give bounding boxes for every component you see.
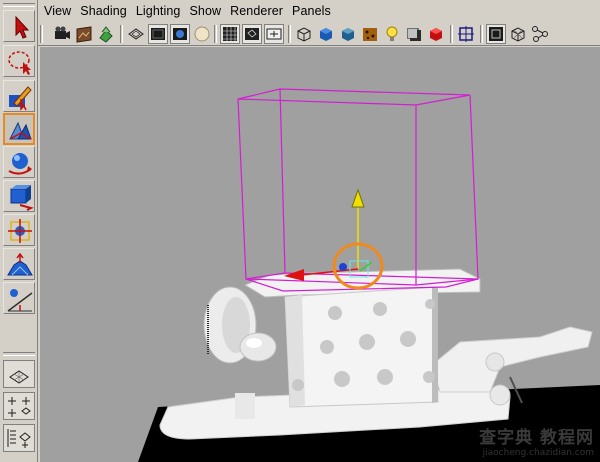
- toolbox: [0, 0, 38, 462]
- chimney-side: [285, 295, 305, 407]
- move-tool-icon: [9, 121, 32, 140]
- lights-icon[interactable]: [382, 24, 402, 44]
- isolate-select-icon[interactable]: [426, 24, 446, 44]
- four-view-layout-button[interactable]: [3, 392, 35, 420]
- outliner-layout-button[interactable]: [3, 424, 35, 452]
- film-gate-icon: [245, 28, 259, 40]
- flint-cap-highlight: [246, 338, 262, 348]
- use-default-material-icon: [173, 28, 187, 40]
- lever-pivot: [485, 352, 505, 372]
- menu-view[interactable]: View: [44, 4, 71, 18]
- z-axis-handle[interactable]: [339, 263, 347, 271]
- scene-canvas[interactable]: [40, 47, 600, 462]
- paint-select-tool-icon: [9, 86, 32, 111]
- resolution-gate-icon: [266, 28, 282, 40]
- panel-toolbar: [38, 22, 600, 46]
- select-tool-icon: [15, 15, 30, 39]
- four-view-layout-icon: [8, 397, 31, 417]
- single-perspective-layout-button[interactable]: [3, 360, 35, 388]
- lasso-tool-button[interactable]: [3, 45, 35, 77]
- show-manipulator-icon: [7, 289, 33, 312]
- maya-window: View Shading Lighting Show Renderer Pane…: [0, 0, 600, 462]
- lever-pivot-lower: [489, 384, 511, 406]
- base-pin: [235, 393, 255, 419]
- flat-shade-icon[interactable]: [338, 24, 358, 44]
- bookmarks-icon[interactable]: [96, 24, 116, 44]
- toolbar-separator: [214, 25, 217, 43]
- universal-manipulator-button[interactable]: [3, 214, 35, 246]
- menu-lighting[interactable]: Lighting: [136, 4, 181, 18]
- select-tool-button[interactable]: [3, 10, 35, 42]
- xray-icon: [151, 28, 165, 40]
- toolbar-separator: [288, 25, 291, 43]
- xray-joints-button[interactable]: [486, 24, 506, 44]
- film-gate-button[interactable]: [242, 24, 262, 44]
- rotate-tool-icon: [8, 153, 32, 175]
- perspective-viewport[interactable]: 查字典 教程网 jiaocheng.chazidian.com: [40, 47, 600, 462]
- high-quality-icon[interactable]: [456, 24, 476, 44]
- soft-modification-icon: [7, 252, 33, 276]
- hypergraph-icon[interactable]: [530, 24, 550, 44]
- scale-tool-button[interactable]: [3, 180, 35, 212]
- textured-icon[interactable]: [360, 24, 380, 44]
- camera-attributes-icon[interactable]: [52, 24, 72, 44]
- menu-panels[interactable]: Panels: [292, 4, 331, 18]
- toolbox-grip[interactable]: [3, 3, 35, 7]
- z-axis-line[interactable]: [359, 261, 373, 272]
- menu-renderer[interactable]: Renderer: [230, 4, 283, 18]
- grid-icon: [223, 27, 237, 41]
- rotate-tool-button[interactable]: [3, 146, 35, 178]
- toolbar-separator: [120, 25, 123, 43]
- xray-active-icon[interactable]: [508, 24, 528, 44]
- show-manipulator-button[interactable]: [3, 282, 35, 314]
- menu-show[interactable]: Show: [189, 4, 221, 18]
- scale-tool-icon: [10, 185, 34, 211]
- move-manipulator[interactable]: [284, 188, 373, 281]
- watermark: 查字典 教程网 jiaocheng.chazidian.com: [479, 423, 594, 458]
- panel-menubar: View Shading Lighting Show Renderer Pane…: [38, 0, 600, 22]
- layout-grip: [3, 352, 35, 356]
- shadows-icon[interactable]: [404, 24, 424, 44]
- wireframe-on-shaded-icon[interactable]: [126, 24, 146, 44]
- watermark-title: 查字典 教程网: [479, 428, 594, 448]
- toolbar-separator: [450, 25, 453, 43]
- resolution-gate-button[interactable]: [264, 24, 284, 44]
- soft-modification-button[interactable]: [3, 248, 35, 280]
- universal-manipulator-icon: [8, 219, 32, 243]
- grid-button[interactable]: [220, 24, 240, 44]
- y-axis-arrow[interactable]: [351, 188, 365, 208]
- smooth-shade-icon[interactable]: [192, 24, 212, 44]
- image-plane-icon[interactable]: [74, 24, 94, 44]
- xray-joints-icon: [489, 27, 503, 41]
- lasso-tool-icon: [8, 51, 31, 75]
- outliner-layout-icon: [7, 429, 31, 448]
- xray-button[interactable]: [148, 24, 168, 44]
- watermark-url: jiaocheng.chazidian.com: [482, 448, 594, 458]
- move-tool-button[interactable]: [3, 113, 35, 145]
- paint-select-tool-button[interactable]: [3, 80, 35, 112]
- default-material-button[interactable]: [170, 24, 190, 44]
- toolbar-separator: [480, 25, 483, 43]
- perspective-layout-icon: [9, 370, 29, 384]
- toolbar-separator: [40, 25, 43, 43]
- wireframe-icon[interactable]: [294, 24, 314, 44]
- smooth-shade-all-icon[interactable]: [316, 24, 336, 44]
- menu-shading[interactable]: Shading: [80, 4, 127, 18]
